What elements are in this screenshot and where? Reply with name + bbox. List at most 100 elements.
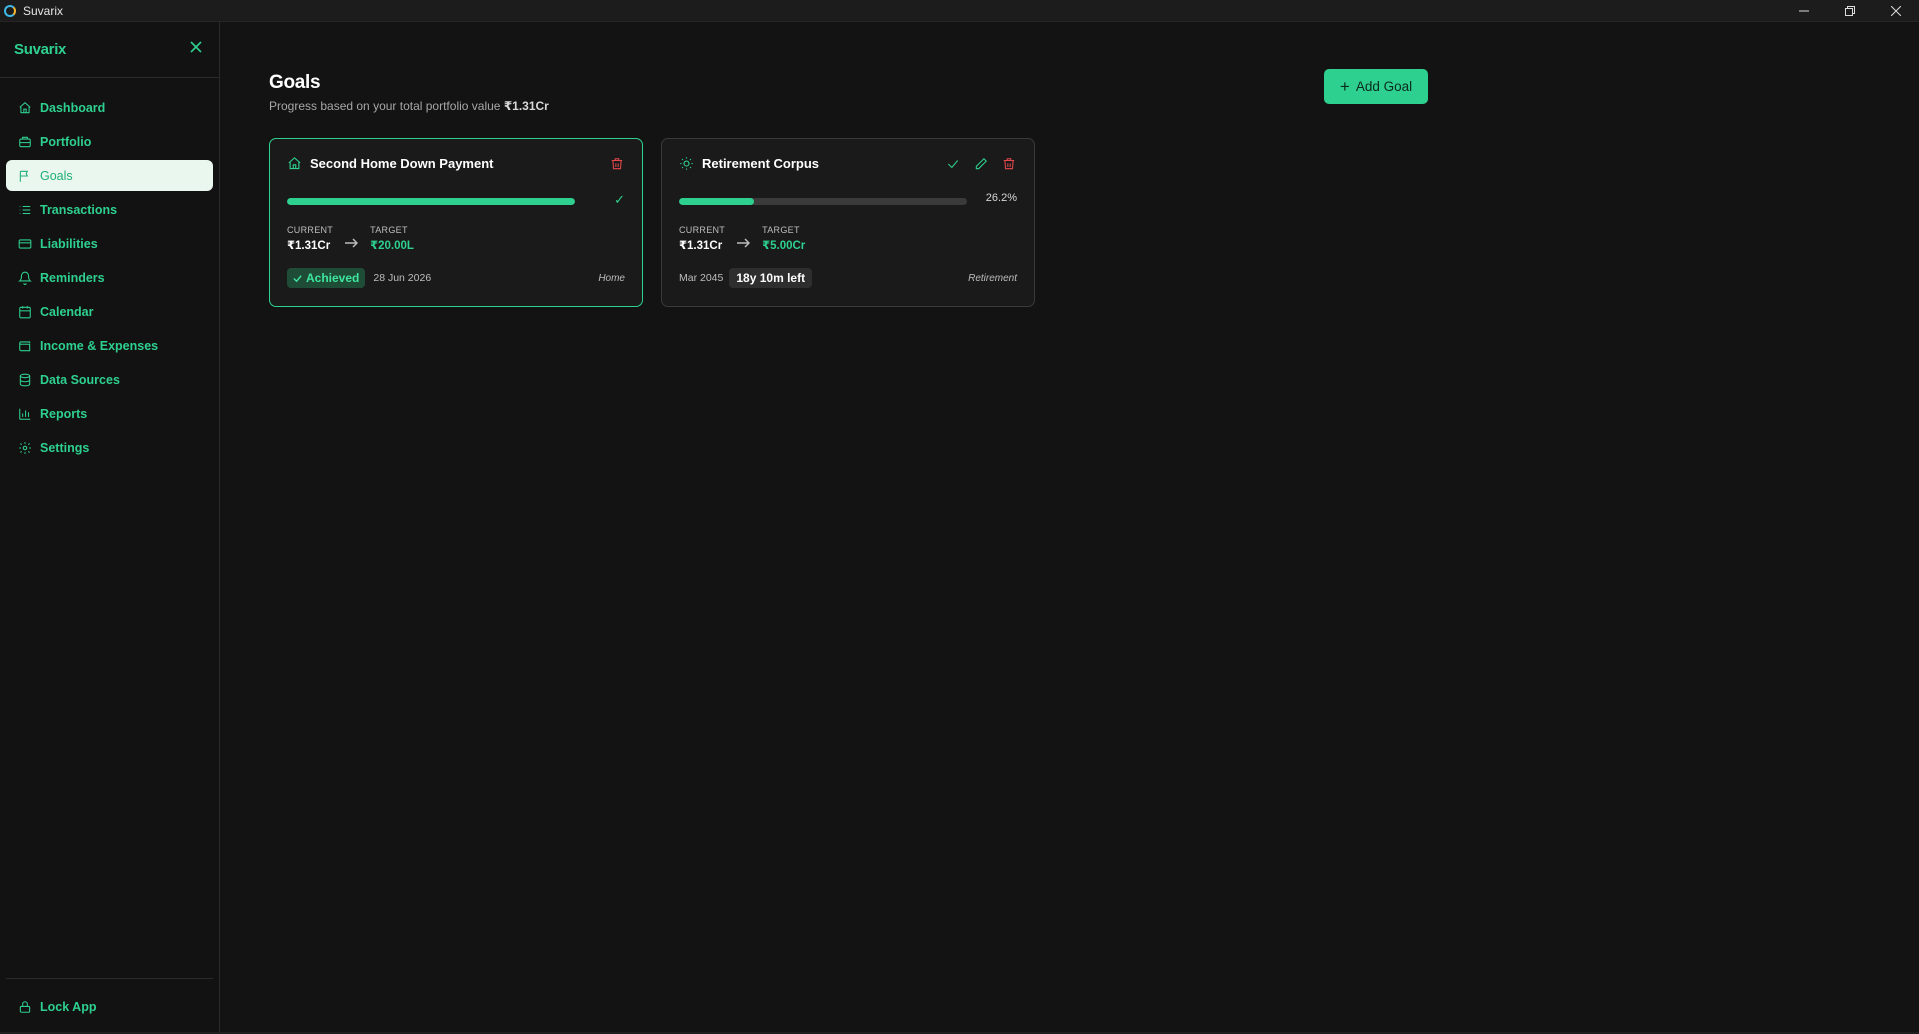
goal-progress-bar <box>287 198 575 205</box>
goal-progress-fill <box>287 198 575 205</box>
goal-progress-fill <box>679 198 755 205</box>
current-label: CURRENT <box>287 225 334 235</box>
goal-card-header: Retirement Corpus <box>679 156 819 171</box>
database-icon <box>19 373 31 386</box>
window-title: Suvarix <box>23 3 64 18</box>
current-amount: CURRENT ₹1.31Cr <box>287 225 333 252</box>
sidebar-item-label: Portfolio <box>40 134 92 149</box>
lock-icon <box>19 1000 31 1013</box>
sun-icon <box>680 157 693 170</box>
achieved-label: Achieved <box>306 271 360 285</box>
close-sidebar-icon[interactable] <box>189 40 203 54</box>
home-icon <box>19 101 31 113</box>
title-bar: Suvarix <box>0 0 1919 22</box>
target-label: TARGET <box>762 225 800 235</box>
calendar-icon <box>19 305 31 318</box>
target-value: ₹5.00Cr <box>762 240 806 252</box>
close-window-button[interactable] <box>1873 0 1919 22</box>
portfolio-value: ₹1.31Cr <box>503 99 549 113</box>
list-icon <box>19 205 31 214</box>
close-icon <box>1891 6 1901 16</box>
restore-button[interactable] <box>1827 0 1873 22</box>
target-value: ₹20.00L <box>370 240 414 252</box>
goal-date: Mar 2045 <box>679 272 724 284</box>
goal-complete-check: ✓ <box>614 192 625 207</box>
achieved-badge: Achieved <box>287 268 366 288</box>
time-left-badge: 18y 10m left <box>729 268 813 288</box>
home-icon <box>288 157 301 170</box>
window-controls <box>1781 0 1919 22</box>
app-icon <box>4 4 16 17</box>
target-amount: TARGET ₹5.00Cr <box>762 225 805 252</box>
briefcase-icon <box>19 136 31 147</box>
brand-logo: Suvarix <box>14 41 67 58</box>
current-value: ₹1.31Cr <box>679 240 723 252</box>
arrow-right-icon <box>345 235 359 248</box>
sidebar-item-data-sources[interactable]: Data Sources <box>6 364 213 395</box>
trash-icon[interactable] <box>1002 157 1016 171</box>
goal-category: Retirement <box>968 273 1017 284</box>
goal-amounts: CURRENT ₹1.31Cr TARGET ₹5.00Cr <box>679 225 805 252</box>
sidebar-item-dashboard[interactable]: Dashboard <box>6 92 213 123</box>
main-content: Goals Progress based on your total portf… <box>221 22 1919 1034</box>
sidebar-item-label: Dashboard <box>40 100 106 115</box>
add-goal-label: Add Goal <box>1355 79 1413 94</box>
goal-card-header: Second Home Down Payment <box>287 156 493 171</box>
sidebar-item-label: Calendar <box>40 304 94 319</box>
goal-title: Retirement Corpus <box>702 156 820 171</box>
lock-app-button[interactable]: Lock App <box>6 991 213 1022</box>
credit-card-icon <box>18 238 32 249</box>
goal-date: 28 Jun 2026 <box>373 272 432 284</box>
sidebar-header: Suvarix <box>0 22 219 78</box>
plus-icon: + <box>1339 77 1350 96</box>
goal-footer: Mar 2045 18y 10m left <box>679 268 813 288</box>
edit-icon[interactable] <box>974 157 988 171</box>
sidebar-item-label: Transactions <box>40 202 118 217</box>
sidebar: Suvarix Dashboard Portfolio Goals Transa… <box>0 22 220 1034</box>
lock-app-label: Lock App <box>40 999 97 1014</box>
sidebar-item-transactions[interactable]: Transactions <box>6 194 213 225</box>
sidebar-item-portfolio[interactable]: Portfolio <box>6 126 213 157</box>
page-title: Goals <box>269 72 321 93</box>
sidebar-item-settings[interactable]: Settings <box>6 432 213 463</box>
goal-card[interactable]: Second Home Down Payment ✓ CURRENT ₹1.31… <box>269 138 643 307</box>
goal-progress-bar <box>679 198 967 205</box>
goal-amounts: CURRENT ₹1.31Cr TARGET ₹20.00L <box>287 225 414 252</box>
sidebar-item-calendar[interactable]: Calendar <box>6 296 213 327</box>
add-goal-button[interactable]: + Add Goal <box>1324 69 1428 104</box>
goal-progress-percent: 26.2% <box>985 192 1017 204</box>
goal-actions <box>610 157 624 171</box>
goal-title: Second Home Down Payment <box>310 156 494 171</box>
current-amount: CURRENT ₹1.31Cr <box>679 225 725 252</box>
gear-icon <box>19 441 31 454</box>
bar-chart-icon <box>19 408 31 420</box>
sidebar-item-goals[interactable]: Goals <box>6 160 213 191</box>
current-label: CURRENT <box>679 225 726 235</box>
flag-icon <box>19 170 29 182</box>
goal-card[interactable]: Retirement Corpus 26.2% CURRENT ₹1.31Cr … <box>661 138 1035 307</box>
restore-icon <box>1845 6 1855 16</box>
page-subtitle: Progress based on your total portfolio v… <box>269 99 549 113</box>
sidebar-item-label: Goals <box>40 168 73 183</box>
sidebar-nav: Dashboard Portfolio Goals Transactions L… <box>0 78 219 463</box>
goal-actions <box>946 157 1016 171</box>
sidebar-footer: Lock App <box>6 978 213 1034</box>
sidebar-item-reminders[interactable]: Reminders <box>6 262 213 293</box>
target-label: TARGET <box>370 225 408 235</box>
target-amount: TARGET ₹20.00L <box>370 225 414 252</box>
subtitle-text: Progress based on your total portfolio v… <box>269 99 504 113</box>
sidebar-item-reports[interactable]: Reports <box>6 398 213 429</box>
arrow-right-icon <box>737 235 751 248</box>
sidebar-item-label: Data Sources <box>40 372 120 387</box>
mark-achieved-icon[interactable] <box>946 157 960 171</box>
minimize-icon <box>1799 10 1809 12</box>
minimize-button[interactable] <box>1781 0 1827 22</box>
sidebar-item-liabilities[interactable]: Liabilities <box>6 228 213 259</box>
goal-category: Home <box>598 273 625 284</box>
sidebar-item-label: Income & Expenses <box>40 338 159 353</box>
bell-icon <box>18 271 32 285</box>
sidebar-item-income-expenses[interactable]: Income & Expenses <box>6 330 213 361</box>
sidebar-item-label: Reports <box>40 406 88 421</box>
current-value: ₹1.31Cr <box>287 240 331 252</box>
trash-icon[interactable] <box>610 157 624 171</box>
